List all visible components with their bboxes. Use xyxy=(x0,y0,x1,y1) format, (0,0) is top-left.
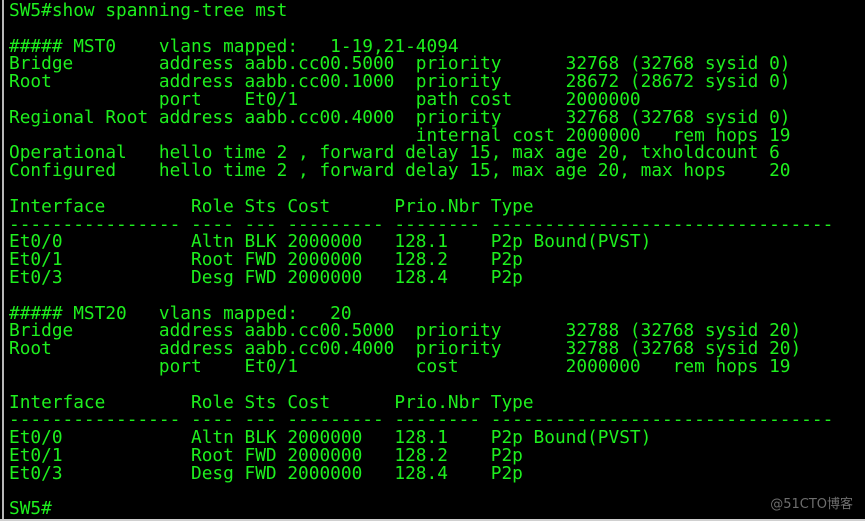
mst20-root-port: port Et0/1 cost 2000000 rem hops 19 xyxy=(9,355,791,377)
command-line: SW5#show spanning-tree mst xyxy=(9,0,288,21)
table-row: Et0/3 Desg FWD 2000000 128.4 P2p xyxy=(9,266,523,288)
window-left-border xyxy=(2,0,4,521)
mst0-configured: Configured hello time 2 , forward delay … xyxy=(9,160,791,182)
mst0-table-header: Interface Role Sts Cost Prio.Nbr Type xyxy=(9,195,534,217)
table-row: Et0/3 Desg FWD 2000000 128.4 P2p xyxy=(9,462,523,484)
watermark: @51CTO博客 xyxy=(770,497,853,512)
prompt-line[interactable]: SW5# xyxy=(9,500,833,518)
mst0-regional-root: Regional Root address aabb.cc00.4000 pri… xyxy=(9,106,791,128)
terminal-output[interactable]: SW5#show spanning-tree mst ##### MST0 vla… xyxy=(9,2,833,518)
